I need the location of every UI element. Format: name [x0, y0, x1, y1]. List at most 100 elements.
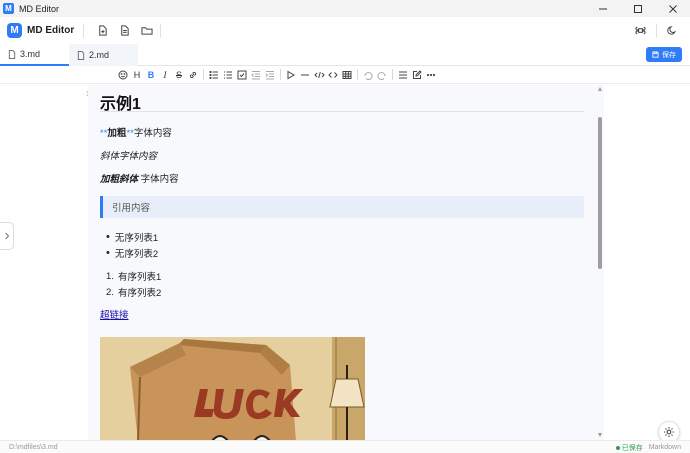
italic-button[interactable]: I	[158, 68, 172, 82]
tab-2-md[interactable]: 2.md	[69, 44, 138, 66]
align-button[interactable]	[396, 68, 410, 82]
table-icon	[342, 70, 352, 79]
emoji-icon	[118, 70, 128, 79]
undo-icon	[364, 71, 373, 80]
emoji-button[interactable]	[116, 68, 130, 82]
strikethrough-button[interactable]: S	[172, 68, 186, 82]
indent-button[interactable]	[263, 68, 277, 82]
inline-code-button[interactable]	[312, 68, 326, 82]
open-folder-button[interactable]	[137, 21, 156, 40]
heading-button[interactable]: H	[130, 68, 144, 82]
maximize-button[interactable]	[620, 0, 655, 17]
code-slash-icon	[313, 71, 325, 78]
app-logo: M	[7, 23, 22, 38]
moon-icon	[667, 26, 676, 35]
list-item-text: 有序列表1	[117, 272, 162, 283]
code-block-button[interactable]	[326, 68, 340, 82]
hyperlink[interactable]: 超链接	[100, 307, 129, 321]
play-icon	[287, 70, 295, 79]
main-area: 12 示例1 **加粗**字体内容 斜体字体内容 加粗斜体 字体内容 引用内容 …	[0, 85, 690, 440]
saved-text: 已保存	[621, 444, 643, 452]
outdent-icon	[251, 70, 260, 79]
close-window-button[interactable]	[655, 0, 690, 17]
paragraph-text: 字体内容	[138, 174, 179, 185]
redo-button[interactable]	[375, 68, 389, 82]
bold-italic-text: 加粗斜体	[100, 174, 139, 185]
toolbar-separator	[357, 69, 358, 80]
redo-icon	[377, 71, 386, 80]
editor-pane[interactable]: 示例1 **加粗**字体内容 斜体字体内容 加粗斜体 字体内容 引用内容 无序列…	[88, 85, 604, 440]
sidebar-toggle-button[interactable]	[0, 222, 14, 250]
file-path: D:\mdfiles\3.md	[9, 443, 58, 451]
horizontal-rule-button[interactable]	[298, 68, 312, 82]
ordered-list-button[interactable]	[221, 68, 235, 82]
toolbar-group-insert	[284, 68, 354, 82]
minimize-button[interactable]	[585, 0, 620, 17]
ordered-list-icon	[224, 71, 232, 78]
bold-button[interactable]: B	[144, 68, 158, 82]
save-icon	[652, 51, 659, 58]
indent-icon	[265, 70, 274, 79]
save-button[interactable]: 保存	[646, 47, 682, 62]
align-icon	[399, 71, 407, 78]
toolbar-group-lists	[207, 68, 277, 82]
code-icon	[328, 71, 338, 78]
header-divider	[83, 23, 85, 38]
edit-button[interactable]	[410, 68, 424, 82]
header-right-divider	[656, 23, 657, 38]
chevron-right-icon	[4, 232, 9, 240]
link-icon	[189, 71, 197, 78]
undo-button[interactable]	[361, 68, 375, 82]
toolbar-group-history	[361, 68, 389, 82]
ordered-list: 1. 有序列表1 2. 有序列表2	[106, 268, 161, 300]
list-number: 1.	[106, 270, 114, 282]
save-button-label: 保存	[662, 51, 676, 59]
outdent-button[interactable]	[249, 68, 263, 82]
theme-toggle-button[interactable]	[663, 21, 682, 40]
scroll-down-arrow[interactable]	[598, 433, 602, 437]
paragraph-text: 字体内容	[133, 128, 172, 139]
open-document-button[interactable]	[115, 21, 134, 40]
more-icon	[426, 73, 436, 76]
toolbar-group-misc	[396, 68, 438, 82]
unordered-list-button[interactable]	[207, 68, 221, 82]
task-list-button[interactable]	[235, 68, 249, 82]
status-right: 已保存 Markdown	[615, 441, 681, 453]
scroll-up-arrow[interactable]	[598, 87, 602, 91]
app-logo-small: M	[3, 3, 14, 14]
blockquote: 引用内容	[100, 196, 584, 218]
unordered-list-icon	[209, 70, 218, 79]
new-file-button[interactable]	[93, 21, 112, 40]
list-item: 2. 有序列表2	[106, 284, 161, 300]
header-divider-2	[160, 23, 162, 38]
command-button[interactable]	[631, 21, 650, 40]
edit-icon	[413, 69, 422, 79]
window-title: MD Editor	[19, 3, 60, 14]
format-toolbar: H B I S	[0, 66, 690, 84]
horizontal-rule-icon	[301, 74, 309, 75]
paragraph-bold: **加粗**字体内容	[100, 128, 172, 140]
list-item-text: 有序列表2	[117, 288, 162, 299]
editor-mode[interactable]: Markdown	[649, 444, 681, 451]
tab-bar: 3.md 2.md 保存	[0, 44, 690, 66]
file-icon	[77, 50, 85, 60]
unordered-list: 无序列表1 无序列表2	[106, 229, 158, 261]
checkbox-icon	[237, 70, 247, 79]
maximize-icon	[633, 4, 642, 13]
scrollbar-thumb[interactable]	[598, 117, 602, 269]
app-header: M MD Editor	[0, 17, 690, 44]
app-name: MD Editor	[27, 25, 75, 36]
toolbar-separator	[280, 69, 281, 80]
link-button[interactable]	[186, 68, 200, 82]
save-status: 已保存	[615, 443, 643, 453]
folder-icon	[141, 27, 153, 35]
more-button[interactable]	[424, 68, 438, 82]
minimize-icon	[598, 8, 607, 9]
document-icon	[121, 25, 129, 36]
list-item: 无序列表2	[106, 245, 158, 261]
title-bar: M MD Editor	[0, 0, 690, 17]
quote-button[interactable]	[284, 68, 298, 82]
table-button[interactable]	[340, 68, 354, 82]
tab-3-md[interactable]: 3.md	[0, 44, 69, 66]
new-file-icon	[99, 25, 107, 36]
